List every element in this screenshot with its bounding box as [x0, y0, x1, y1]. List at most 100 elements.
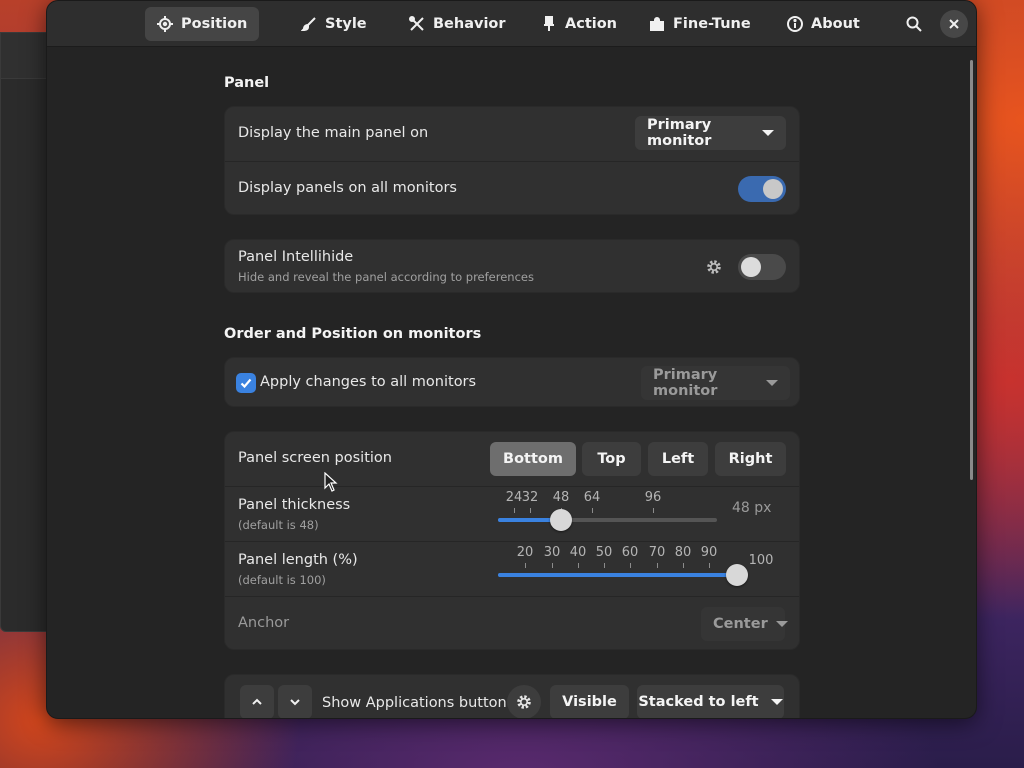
scrollbar[interactable]: [970, 60, 973, 480]
length-mark-100: 100: [748, 553, 774, 568]
length-sub: (default is 100): [238, 573, 326, 587]
tab-position-label: Position: [181, 16, 248, 32]
position-top-button[interactable]: Top: [582, 442, 641, 476]
apps-position-dropdown[interactable]: Stacked to left: [637, 685, 784, 718]
thickness-mark-96: 96: [644, 490, 662, 505]
chevron-down-icon: [775, 621, 788, 627]
info-icon: [787, 16, 803, 32]
puzzle-icon: [650, 17, 664, 31]
pin-icon: [544, 16, 554, 31]
main-panel-dropdown[interactable]: Primary monitor: [635, 116, 786, 150]
length-mark-80: 80: [674, 545, 692, 560]
length-mark-70: 70: [648, 545, 666, 560]
visible-button[interactable]: Visible: [550, 685, 629, 718]
tab-position[interactable]: Position: [145, 7, 260, 41]
apply-all-label: Apply changes to all monitors: [260, 374, 477, 390]
apps-button-card: Show Applications button Visible Stacked…: [224, 674, 800, 718]
paintbrush-icon: [301, 17, 316, 32]
apps-button-settings[interactable]: [507, 685, 541, 718]
section-title-panel: Panel: [224, 75, 270, 91]
length-mark-40: 40: [569, 545, 587, 560]
length-mark-30: 30: [543, 545, 561, 560]
intellihide-settings-button[interactable]: [697, 250, 731, 284]
gear-icon: [517, 695, 531, 709]
tab-about-label: About: [811, 16, 860, 32]
length-slider-handle[interactable]: [726, 564, 748, 586]
position-card: Panel screen position Bottom Top Left Ri…: [224, 431, 800, 650]
intellihide-switch[interactable]: [738, 254, 786, 280]
length-row: Panel length (%) (default is 100) 20 30 …: [225, 541, 799, 596]
crosshair-icon: [157, 16, 173, 32]
position-right-button[interactable]: Right: [715, 442, 786, 476]
thickness-sub: (default is 48): [238, 518, 319, 532]
anchor-row: Anchor Center: [225, 596, 799, 651]
tab-behavior-label: Behavior: [433, 16, 506, 32]
apply-all-checkbox[interactable]: [236, 373, 256, 393]
tab-fine-tune-label: Fine-Tune: [673, 16, 751, 32]
settings-window: Position Style Behavior Action Fine-Tune…: [46, 0, 977, 719]
length-slider[interactable]: [498, 573, 737, 577]
length-mark-50: 50: [595, 545, 613, 560]
tab-action-label: Action: [565, 16, 618, 32]
monitor-dropdown[interactable]: Primary monitor: [641, 366, 790, 400]
tab-style[interactable]: Style: [289, 7, 379, 41]
header-bar: Position Style Behavior Action Fine-Tune…: [47, 1, 976, 47]
tab-behavior[interactable]: Behavior: [397, 7, 518, 41]
thickness-value: 48 px: [732, 500, 772, 516]
all-monitors-switch[interactable]: [738, 176, 786, 202]
main-panel-value: Primary monitor: [647, 117, 712, 149]
thickness-mark-48: 48: [552, 490, 570, 505]
thickness-mark-24: 24: [505, 490, 523, 505]
main-panel-label: Display the main panel on: [238, 125, 429, 141]
settings-content: Panel Display the main panel on Primary …: [47, 48, 976, 718]
thickness-slider[interactable]: [498, 518, 717, 522]
tab-fine-tune[interactable]: Fine-Tune: [637, 7, 763, 41]
length-label: Panel length (%): [238, 552, 358, 568]
tools-icon: [409, 16, 424, 31]
tab-style-label: Style: [325, 16, 367, 32]
length-mark-60: 60: [621, 545, 639, 560]
all-monitors-label: Display panels on all monitors: [238, 180, 457, 196]
thickness-mark-64: 64: [583, 490, 601, 505]
move-up-button[interactable]: [240, 685, 274, 718]
intellihide-sub: Hide and reveal the panel according to p…: [238, 270, 534, 284]
length-mark-90: 90: [700, 545, 718, 560]
position-bottom-button[interactable]: Bottom: [490, 442, 576, 476]
length-mark-20: 20: [516, 545, 534, 560]
search-icon: [906, 16, 922, 32]
monitor-value: Primary monitor: [653, 367, 718, 399]
chevron-down-icon: [766, 380, 778, 386]
tab-action[interactable]: Action: [529, 7, 629, 41]
anchor-value: Center: [713, 616, 768, 632]
intellihide-label: Panel Intellihide: [238, 249, 354, 265]
position-left-button[interactable]: Left: [648, 442, 708, 476]
intellihide-card: Panel Intellihide Hide and reveal the pa…: [224, 239, 800, 293]
screen-position-label: Panel screen position: [238, 450, 392, 466]
mouse-cursor-icon: [324, 472, 338, 492]
checkmark-icon: [240, 378, 252, 389]
thickness-slider-handle[interactable]: [550, 509, 572, 531]
close-icon: [949, 19, 959, 29]
chevron-down-icon: [762, 130, 774, 136]
move-down-button[interactable]: [278, 685, 312, 718]
search-button[interactable]: [900, 10, 928, 38]
chevron-up-icon: [252, 698, 262, 705]
thickness-mark-32: 32: [521, 490, 539, 505]
main-panel-row: Display the main panel on Primary monito…: [225, 107, 799, 161]
close-button[interactable]: [940, 10, 968, 38]
section-title-order: Order and Position on monitors: [224, 326, 482, 342]
screen-position-row: Panel screen position Bottom Top Left Ri…: [225, 432, 799, 486]
tab-about[interactable]: About: [775, 7, 872, 41]
apps-position-value: Stacked to left: [638, 694, 759, 710]
anchor-dropdown[interactable]: Center: [701, 607, 788, 641]
chevron-down-icon: [770, 699, 783, 705]
anchor-label: Anchor: [238, 615, 290, 631]
gear-icon: [707, 260, 721, 274]
thickness-row: Panel thickness (default is 48) 24 32 48…: [225, 486, 799, 541]
apply-all-card: Apply changes to all monitors Primary mo…: [224, 357, 800, 407]
apps-button-label: Show Applications button: [322, 695, 507, 711]
all-monitors-row: Display panels on all monitors: [225, 161, 799, 216]
thickness-label: Panel thickness: [238, 497, 351, 513]
panel-card: Display the main panel on Primary monito…: [224, 106, 800, 215]
chevron-down-icon: [290, 699, 300, 706]
